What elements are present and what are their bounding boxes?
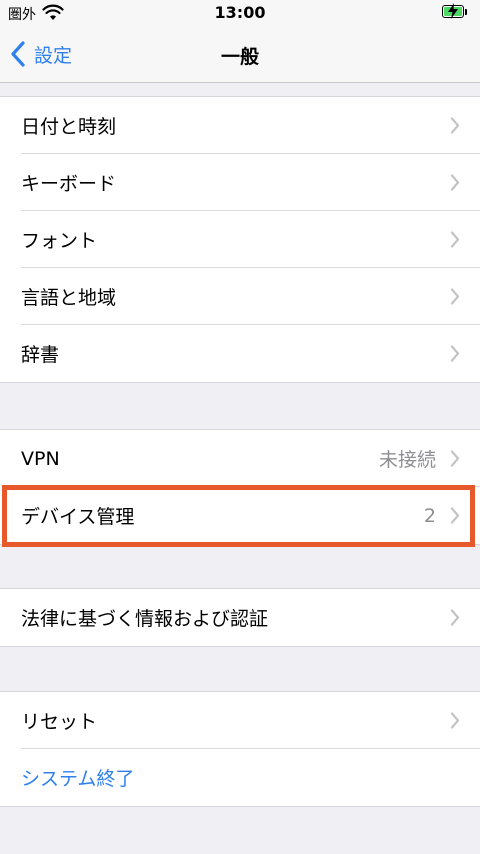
- row-label: 法律に基づく情報および認証: [21, 608, 269, 630]
- row-fonts[interactable]: フォント: [0, 211, 480, 268]
- row-legal-regulatory[interactable]: 法律に基づく情報および認証: [0, 589, 480, 646]
- status-bar: 圏外 13:00: [0, 0, 480, 28]
- row-dictionary[interactable]: 辞書: [0, 325, 480, 382]
- chevron-right-icon: [450, 507, 460, 524]
- settings-group-reset: リセット システム終了: [0, 691, 480, 807]
- row-label: リセット: [21, 711, 98, 733]
- vpn-status: 未接続: [378, 449, 436, 471]
- row-device-management[interactable]: デバイス管理 2: [0, 487, 480, 544]
- charging-bolt-icon: [448, 3, 458, 19]
- page-title: 一般: [220, 46, 259, 68]
- row-vpn[interactable]: VPN 未接続: [0, 430, 480, 487]
- row-label: デバイス管理: [21, 506, 135, 528]
- battery-tip: [465, 9, 467, 15]
- chevron-right-icon: [450, 712, 460, 729]
- chevron-right-icon: [450, 609, 460, 626]
- navigation-bar: 設定 一般: [0, 28, 480, 83]
- settings-group-legal: 法律に基づく情報および認証: [0, 588, 480, 647]
- chevron-right-icon: [450, 174, 460, 191]
- clock: 13:00: [214, 3, 266, 22]
- row-language-region[interactable]: 言語と地域: [0, 268, 480, 325]
- row-date-time[interactable]: 日付と時刻: [0, 97, 480, 154]
- row-label: 日付と時刻: [21, 116, 117, 138]
- row-reset[interactable]: リセット: [0, 692, 480, 749]
- chevron-right-icon: [450, 117, 460, 134]
- row-label: 言語と地域: [21, 287, 117, 309]
- row-label: VPN: [21, 447, 60, 470]
- row-keyboard[interactable]: キーボード: [0, 154, 480, 211]
- shut-down-label: システム終了: [21, 768, 135, 790]
- row-label: 辞書: [21, 344, 60, 366]
- settings-group-general: 日付と時刻 キーボード フォント 言語と地域 辞書: [0, 96, 480, 383]
- chevron-right-icon: [450, 450, 460, 467]
- row-label: キーボード: [21, 173, 117, 195]
- chevron-right-icon: [450, 345, 460, 362]
- chevron-right-icon: [450, 231, 460, 248]
- row-shut-down[interactable]: システム終了: [0, 749, 480, 806]
- chevron-right-icon: [450, 288, 460, 305]
- device-count: 2: [423, 504, 436, 527]
- row-label: フォント: [21, 230, 98, 252]
- settings-group-network: VPN 未接続 デバイス管理 2: [0, 429, 480, 545]
